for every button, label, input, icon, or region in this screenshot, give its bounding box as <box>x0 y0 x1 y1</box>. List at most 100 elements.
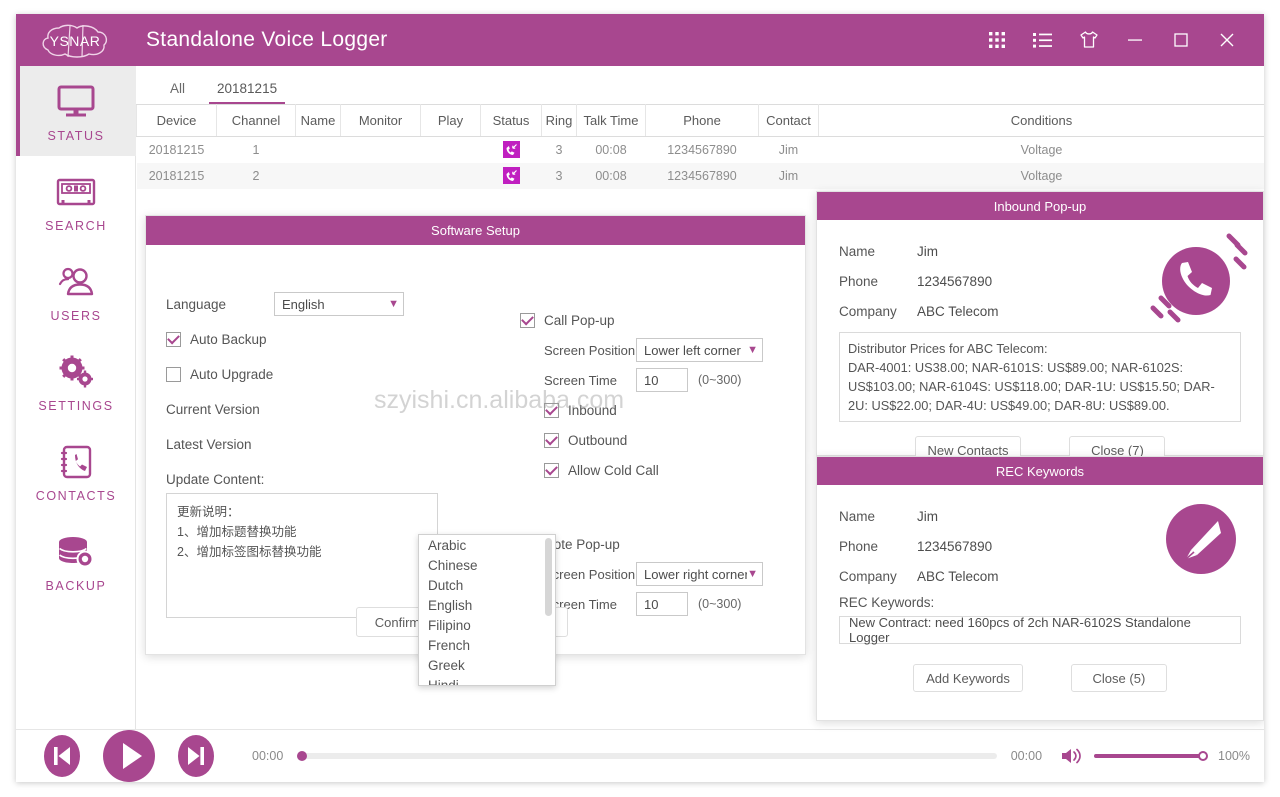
inbound-checkbox[interactable] <box>544 403 559 418</box>
language-option[interactable]: Filipino <box>419 615 555 635</box>
language-option[interactable]: Greek <box>419 655 555 675</box>
call-screen-time-label: Screen Time <box>544 373 636 388</box>
rec-keywords-label: REC Keywords: <box>839 595 1241 610</box>
skip-previous-icon[interactable] <box>42 734 82 778</box>
play-icon[interactable] <box>102 729 156 782</box>
shirt-icon[interactable] <box>1066 14 1112 66</box>
call-screen-position-label: Screen Position <box>544 343 636 358</box>
close-icon[interactable] <box>1204 14 1250 66</box>
add-keywords-button[interactable]: Add Keywords <box>913 664 1023 692</box>
cell-monitor[interactable] <box>341 163 421 189</box>
sidebar-item-contacts[interactable]: CONTACTS <box>16 426 136 516</box>
app-title: Standalone Voice Logger <box>146 28 388 52</box>
software-setup-dialog: Software Setup Language English ▼ Auto B… <box>145 215 806 655</box>
cell-monitor[interactable] <box>341 137 421 163</box>
tab-20181215[interactable]: 20181215 <box>209 81 285 104</box>
call-screen-time-input[interactable]: 10 <box>636 368 688 392</box>
current-version-label: Current Version <box>166 402 260 417</box>
col-play: Play <box>421 105 481 137</box>
outbound-label: Outbound <box>568 433 627 448</box>
title-bar: YSNAR Standalone Voice Logger <box>16 14 1264 66</box>
gears-icon <box>56 350 96 394</box>
skip-next-icon[interactable] <box>176 734 216 778</box>
table-row[interactable]: 20181215 2 3 00:08 <box>137 163 1265 189</box>
sidebar-item-label: USERS <box>50 309 101 323</box>
table-row[interactable]: 20181215 1 3 00:08 <box>137 137 1265 163</box>
language-option[interactable]: French <box>419 635 555 655</box>
sidebar-item-search[interactable]: SEARCH <box>16 156 136 246</box>
volume-icon[interactable] <box>1060 746 1082 766</box>
cell-ring: 3 <box>542 137 577 163</box>
seek-thumb[interactable] <box>297 751 307 761</box>
latest-version-label: Latest Version <box>166 437 252 452</box>
incoming-call-icon <box>503 141 520 158</box>
application-window: YSNAR Standalone Voice Logger <box>16 14 1264 782</box>
cell-talk-time: 00:08 <box>577 163 646 189</box>
volume-thumb[interactable] <box>1198 751 1208 761</box>
minimize-icon[interactable] <box>1112 14 1158 66</box>
inbound-popup-title: Inbound Pop-up <box>817 192 1263 220</box>
seek-slider[interactable] <box>297 753 996 759</box>
auto-upgrade-checkbox[interactable] <box>166 367 181 382</box>
auto-backup-checkbox[interactable] <box>166 332 181 347</box>
call-popup-checkbox[interactable] <box>520 313 535 328</box>
users-icon <box>56 260 96 304</box>
allow-cold-call-checkbox[interactable] <box>544 463 559 478</box>
outbound-checkbox[interactable] <box>544 433 559 448</box>
call-screen-position-select[interactable]: Lower left corner ▼ <box>636 338 763 362</box>
rec-popup-title: REC Keywords <box>817 457 1263 485</box>
language-dropdown-list[interactable]: Arabic Chinese Dutch English Filipino Fr… <box>418 534 556 686</box>
sidebar-item-label: CONTACTS <box>36 489 117 503</box>
language-option[interactable]: Chinese <box>419 555 555 575</box>
cell-play[interactable] <box>421 163 481 189</box>
note-screen-position-value: Lower right corner <box>644 567 747 582</box>
sidebar-item-backup[interactable]: BACKUP <box>16 516 136 606</box>
cell-phone: 1234567890 <box>646 137 759 163</box>
sidebar-item-label: BACKUP <box>45 579 106 593</box>
svg-text:YSNAR: YSNAR <box>50 33 101 49</box>
phonebook-icon <box>58 440 94 484</box>
window-controls <box>974 14 1264 66</box>
tab-bar: All 20181215 <box>136 66 1264 104</box>
inbound-name-value: Jim <box>917 244 938 259</box>
note-screen-position-label: Screen Position <box>544 567 636 582</box>
inbound-label: Inbound <box>568 403 617 418</box>
volume-percent-label: 100% <box>1218 749 1250 763</box>
rec-keywords-input[interactable]: New Contract: need 160pcs of 2ch NAR-610… <box>839 616 1241 644</box>
sidebar-item-label: SETTINGS <box>38 399 113 413</box>
chevron-down-icon: ▼ <box>747 345 758 356</box>
sidebar-item-status[interactable]: STATUS <box>16 66 136 156</box>
language-option[interactable]: Dutch <box>419 575 555 595</box>
rec-keywords-popup: REC Keywords Name Jim Phone 1234567890 C… <box>816 456 1264 721</box>
cell-conditions: Voltage <box>819 137 1265 163</box>
language-option[interactable]: English <box>419 595 555 615</box>
col-contact: Contact <box>759 105 819 137</box>
volume-slider[interactable] <box>1094 754 1206 758</box>
cell-ring: 3 <box>542 163 577 189</box>
list-icon[interactable] <box>1020 14 1066 66</box>
note-screen-time-input[interactable]: 10 <box>636 592 688 616</box>
sidebar: STATUS SEARCH <box>16 66 136 729</box>
maximize-icon[interactable] <box>1158 14 1204 66</box>
apps-grid-icon[interactable] <box>974 14 1020 66</box>
inbound-popup: Inbound Pop-up Name Jim Phone 1234567890 <box>816 191 1264 456</box>
inbound-note-text: Distributor Prices for ABC Telecom: DAR-… <box>839 332 1241 422</box>
language-option[interactable]: Arabic <box>419 535 555 555</box>
tab-all[interactable]: All <box>162 81 193 104</box>
note-screen-position-select[interactable]: Lower right corner ▼ <box>636 562 763 586</box>
rec-name-value: Jim <box>917 509 938 524</box>
cell-contact: Jim <box>759 163 819 189</box>
sidebar-item-settings[interactable]: SETTINGS <box>16 336 136 426</box>
update-content-textarea[interactable]: 更新说明： 1、增加标题替换功能 2、增加标签图标替换功能 <box>166 493 438 618</box>
sidebar-item-users[interactable]: USERS <box>16 246 136 336</box>
pen-nib-icon <box>1161 499 1241 584</box>
note-screen-time-hint: (0~300) <box>698 597 741 611</box>
rec-close-button[interactable]: Close (5) <box>1071 664 1167 692</box>
dropdown-scrollbar[interactable] <box>545 538 552 616</box>
inbound-phone-label: Phone <box>839 274 917 289</box>
language-option[interactable]: Hindi <box>419 675 555 686</box>
language-select[interactable]: English ▼ <box>274 292 404 316</box>
inbound-phone-value: 1234567890 <box>917 274 992 289</box>
col-conditions: Conditions <box>819 105 1265 137</box>
cell-play[interactable] <box>421 137 481 163</box>
